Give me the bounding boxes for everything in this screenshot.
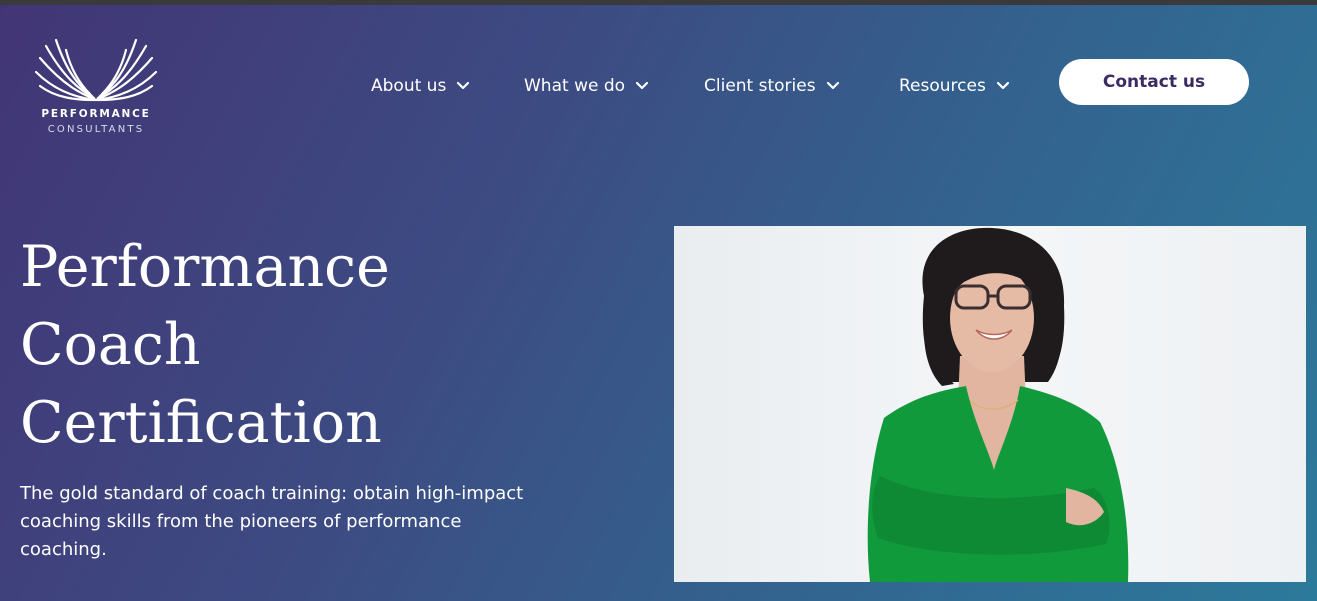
hero-title-line: Certification <box>20 390 382 456</box>
nav-item-about-us[interactable]: About us <box>371 74 470 98</box>
nav-item-resources[interactable]: Resources <box>899 74 1010 98</box>
logo-text-consultants: CONSULTANTS <box>47 124 145 135</box>
nav-item-label: Client stories <box>704 76 816 96</box>
wings-icon <box>34 38 158 102</box>
nav-item-client-stories[interactable]: Client stories <box>704 74 840 98</box>
nav-item-label: Resources <box>899 76 986 96</box>
nav-item-label: About us <box>371 76 447 96</box>
nav-item-what-we-do[interactable]: What we do <box>524 74 649 98</box>
browser-top-bar <box>0 0 1317 5</box>
hero-title: Performance Coach Certification <box>20 228 580 462</box>
hero-subtitle: The gold standard of coach training: obt… <box>20 483 524 560</box>
chevron-down-icon <box>635 81 649 91</box>
hero-photo-coach <box>674 226 1306 582</box>
chevron-down-icon <box>456 81 470 91</box>
hero-title-line: Performance <box>20 234 390 300</box>
nav-item-label: What we do <box>524 76 626 96</box>
logo-text-performance: PERFORMANCE <box>41 108 151 120</box>
company-logo[interactable]: PERFORMANCE CONSULTANTS <box>34 36 160 140</box>
chevron-down-icon <box>996 81 1010 91</box>
hero-title-line: Coach <box>20 312 201 378</box>
contact-us-button[interactable]: Contact us <box>1059 59 1249 105</box>
chevron-down-icon <box>826 81 840 91</box>
